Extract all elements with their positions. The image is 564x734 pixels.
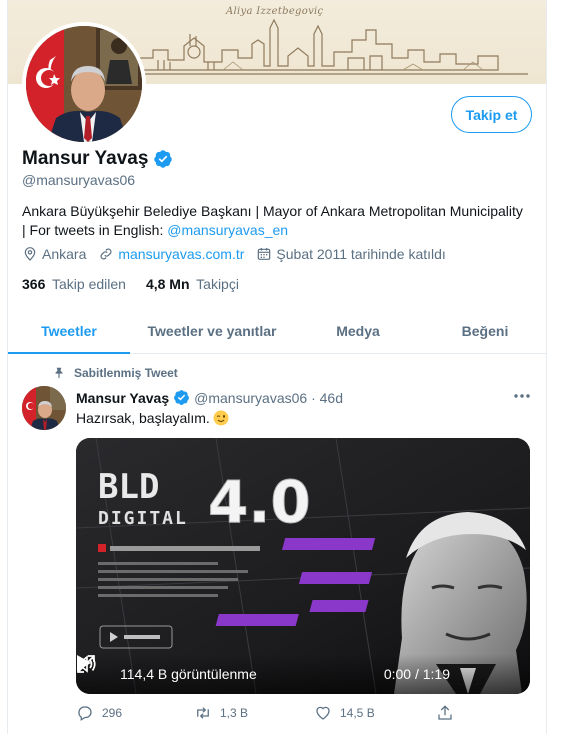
like-count: 14,5 B [340,706,375,720]
video-time: 0:00 / 1:19 [383,666,450,682]
verified-badge-icon [174,390,190,405]
tweet-avatar-photo [22,386,66,430]
banner-caption: Aliya Izzetbegoviç [226,6,324,17]
profile-column: Aliya Izzetbegoviç Takip et Mansur Yavaş [7,0,547,734]
reply-count: 296 [102,706,123,720]
heart-icon [316,706,330,720]
share-icon [438,705,452,720]
following-count-link[interactable]: 366 Takip edilen [22,276,126,292]
pinned-indicator: Sabitlenmiş Tweet [52,366,178,380]
profile-bio: Ankara Büyükşehir Belediye Başkanı | May… [22,202,527,240]
profile-tabs: Tweetler Tweetler ve yanıtlar Medya Beğe… [8,308,546,354]
tweet-author-avatar[interactable] [22,386,66,430]
fullscreen-icon[interactable] [77,655,524,689]
bio-mention-link[interactable]: @mansuryavas_en [167,222,288,238]
calendar-icon [258,248,271,260]
tab-tweets[interactable]: Tweetler [8,308,130,354]
pin-icon [55,367,63,379]
avatar-photo [26,26,142,142]
video-view-count: 114,4 B görüntülenme [120,666,257,682]
tweet-handle-time[interactable]: @mansuryavas06 · 46d [194,390,343,406]
profile-avatar[interactable] [22,22,146,146]
winking-face-emoji-icon [213,410,229,426]
website-link[interactable]: mansuryavas.com.tr [118,246,244,262]
tweet-text: Hazırsak, başlayalım. [76,410,229,426]
website-item[interactable]: mansuryavas.com.tr [98,246,244,262]
tweet-video[interactable]: BLD DIGITAL 4.0 114,4 B görüntülenme 0:0… [76,438,530,694]
video-title-bld: BLD [98,467,159,507]
video-title-digital: DIGITAL [98,508,188,529]
joined-item: Şubat 2011 tarihinde katıldı [256,246,446,262]
location-pin-icon [24,247,36,261]
profile-meta: Ankara mansuryavas.com.tr Şubat 2011 tar… [22,246,458,262]
location-text: Ankara [42,246,87,262]
tab-media[interactable]: Medya [294,308,422,353]
reply-button[interactable]: 296 [76,704,180,722]
followers-label: Takipçi [196,276,239,292]
follow-counts: 366 Takip edilen 4,8 Mn Takipçi [22,276,239,292]
retweet-icon [197,707,209,719]
follow-button[interactable]: Takip et [451,96,532,133]
tweet-header: Mansur Yavaş @mansuryavas06 · 46d [76,389,343,406]
following-label: Takip edilen [52,276,126,292]
location-item: Ankara [22,246,86,262]
verified-badge-icon [154,150,173,168]
tweet-actions: 296 1,3 B 14,5 B [76,704,476,722]
tweet-text-body: Hazırsak, başlayalım. [76,410,210,426]
link-icon [100,248,112,260]
retweet-count: 1,3 B [220,706,249,720]
profile-handle: @mansuryavas06 [22,172,136,188]
video-controls: 114,4 B görüntülenme 0:00 / 1:19 [76,654,530,694]
volume-icon[interactable] [77,655,488,689]
like-button[interactable]: 14,5 B [314,704,436,722]
profile-display-name: Mansur Yavaş [22,148,149,169]
profile-name-row: Mansur Yavaş [22,148,173,170]
retweet-button[interactable]: 1,3 B [194,704,312,722]
video-title-version: 4.0 [208,468,311,536]
joined-text: Şubat 2011 tarihinde katıldı [276,246,446,262]
followers-count: 4,8 Mn [145,276,190,292]
tab-likes[interactable]: Beğeni [422,308,546,353]
more-options-icon[interactable] [510,386,534,406]
tweet-author-name[interactable]: Mansur Yavaş [76,390,169,406]
tab-tweets-and-replies[interactable]: Tweetler ve yanıtlar [130,308,294,353]
share-button[interactable] [436,704,454,722]
following-count: 366 [22,276,46,292]
pinned-label: Sabitlenmiş Tweet [74,366,178,380]
followers-count-link[interactable]: 4,8 Mn Takipçi [146,276,239,292]
reply-icon [78,706,92,721]
